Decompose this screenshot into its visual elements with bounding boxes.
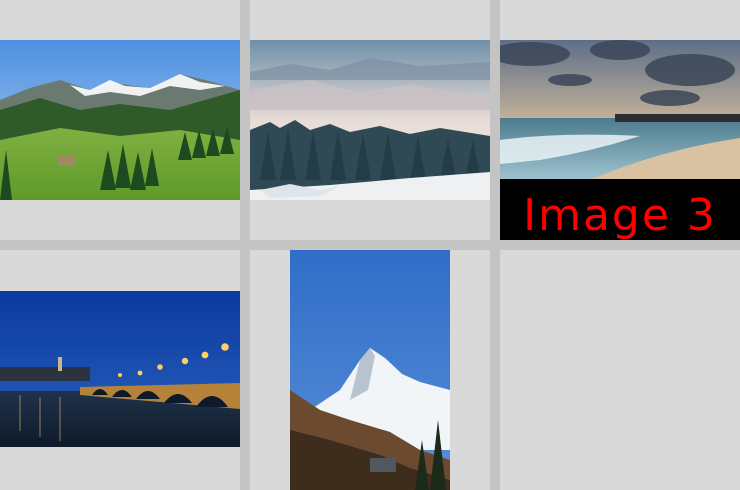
beach-sunset-image[interactable] bbox=[500, 40, 740, 180]
snow-peak-image[interactable] bbox=[290, 250, 450, 490]
image-label: Image 3 bbox=[523, 189, 717, 240]
gallery-cell-5[interactable] bbox=[250, 250, 490, 490]
gallery-cell-6-empty bbox=[500, 250, 740, 490]
gallery-cell-2[interactable] bbox=[250, 0, 490, 240]
gallery-cell-4[interactable] bbox=[0, 250, 240, 490]
gallery-cell-1[interactable] bbox=[0, 0, 240, 240]
image-label-band: Image 3 bbox=[500, 179, 740, 240]
misty-forest-image[interactable] bbox=[250, 40, 490, 200]
bridge-night-image[interactable] bbox=[0, 291, 240, 447]
alpine-meadow-image[interactable] bbox=[0, 40, 240, 200]
gallery-cell-3[interactable]: Image 3 bbox=[500, 0, 740, 240]
